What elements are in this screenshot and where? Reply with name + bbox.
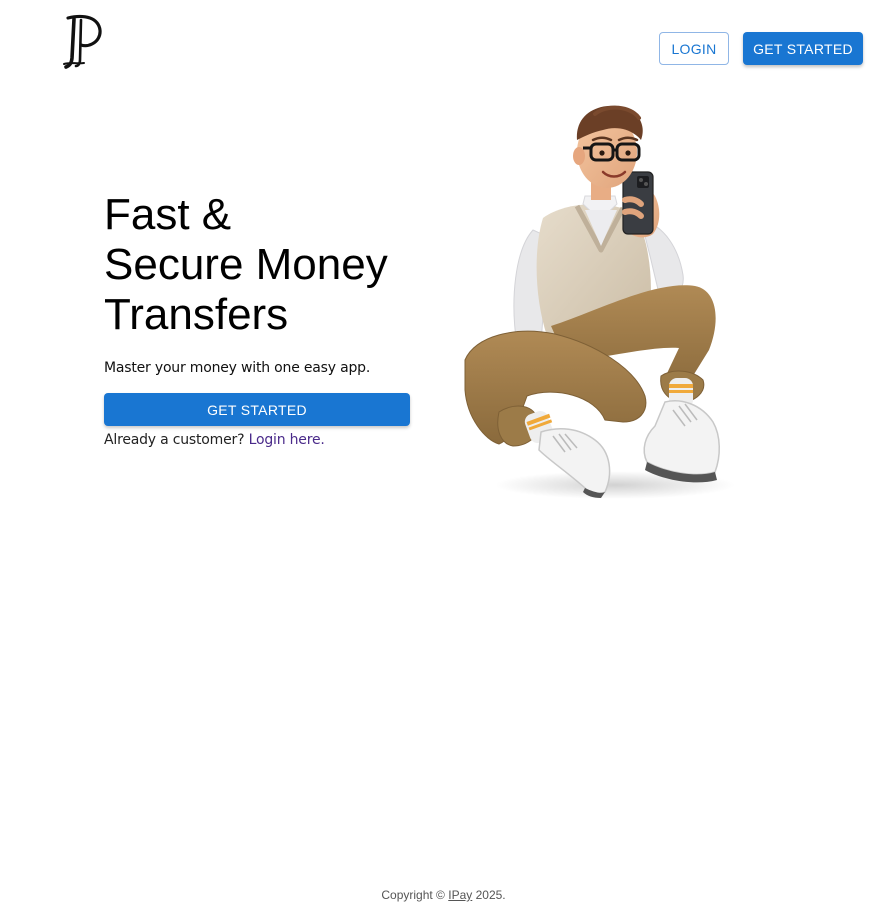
customer-prompt-text: Already a customer?	[104, 432, 245, 448]
ipay-footer-link[interactable]: IPay	[448, 888, 472, 902]
login-button[interactable]: LOGIN	[659, 32, 729, 65]
ipay-logo[interactable]	[62, 14, 106, 70]
hero-title-line-1: Fast &	[104, 190, 232, 239]
copyright-year: 2025.	[475, 888, 506, 902]
copyright-prefix: Copyright ©	[381, 888, 445, 902]
landing-page: LOGIN GET STARTED Fast & Secure Money Tr…	[0, 0, 887, 923]
hero-title: Fast & Secure Money Transfers	[104, 190, 424, 340]
hero-subtitle: Master your money with one easy app.	[104, 360, 371, 376]
header-get-started-button[interactable]: GET STARTED	[743, 32, 863, 65]
footer: Copyright © IPay 2025.	[0, 888, 887, 902]
man-with-phone-illustration	[455, 100, 740, 505]
hero-title-line-2: Secure Money	[104, 240, 388, 289]
ipay-logo-icon	[63, 14, 102, 69]
login-here-link[interactable]: Login here.	[249, 432, 325, 448]
hero-title-line-3: Transfers	[104, 290, 289, 339]
customer-login-prompt: Already a customer? Login here.	[104, 432, 325, 448]
hero-get-started-button[interactable]: GET STARTED	[104, 393, 410, 426]
